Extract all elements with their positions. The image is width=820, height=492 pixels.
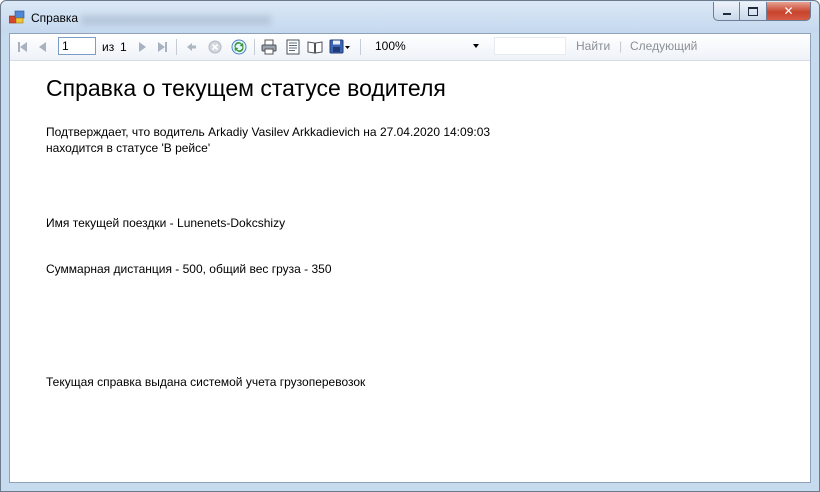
close-icon: ✕: [783, 4, 794, 18]
zoom-select[interactable]: 100%: [372, 38, 482, 55]
back-icon: [187, 43, 196, 51]
zoom-value: 100%: [375, 39, 406, 53]
report-distance-line: Суммарная дистанция - 500, общий вес гру…: [46, 262, 332, 276]
report-window: Справка ✕ из 1: [0, 0, 820, 492]
previous-page-button[interactable]: [34, 38, 50, 56]
window-title: Справка: [31, 11, 79, 25]
print-layout-icon: [286, 39, 300, 55]
back-button[interactable]: [182, 38, 200, 56]
minimize-icon: [722, 13, 731, 15]
refresh-button[interactable]: [230, 38, 248, 56]
first-page-icon: [17, 42, 27, 52]
print-layout-button[interactable]: [284, 38, 302, 56]
close-button[interactable]: ✕: [767, 2, 811, 21]
report-title: Справка о текущем статусе водителя: [46, 75, 446, 101]
title-ghost-shadow: [81, 15, 271, 25]
page-setup-button[interactable]: [306, 38, 324, 56]
first-page-button[interactable]: [14, 38, 30, 56]
toolbar-separator: [360, 39, 361, 55]
last-page-icon: [157, 42, 167, 52]
report-footer-line: Текущая справка выдана системой учета гр…: [46, 375, 366, 389]
toolbar-separator: [176, 39, 177, 55]
print-button[interactable]: [260, 38, 278, 56]
refresh-icon: [231, 39, 247, 55]
page-of-label: из: [102, 40, 115, 54]
find-next-link[interactable]: Следующий: [630, 39, 697, 53]
minimize-button[interactable]: [713, 2, 740, 21]
app-window-icon: [9, 10, 25, 24]
stop-icon: [208, 40, 222, 54]
report-viewer: из 1: [9, 33, 811, 483]
toolbar-separator: [254, 39, 255, 55]
next-page-icon: [138, 42, 146, 52]
page-setup-icon: [307, 41, 323, 54]
current-page-input[interactable]: [58, 37, 96, 55]
report-confirm-line-2: находится в статусе 'В рейсе': [46, 141, 211, 155]
search-text-input[interactable]: [494, 37, 566, 55]
maximize-icon: [748, 6, 758, 16]
find-link[interactable]: Найти: [576, 39, 610, 53]
stop-button[interactable]: [206, 38, 224, 56]
caption-buttons: ✕: [713, 2, 811, 22]
report-page: Справка о текущем статусе водителя Подтв…: [10, 61, 810, 482]
next-page-button[interactable]: [134, 38, 150, 56]
last-page-button[interactable]: [154, 38, 170, 56]
export-button[interactable]: [328, 38, 352, 56]
report-confirm-line-1: Подтверждает, что водитель Arkadiy Vasil…: [46, 125, 491, 139]
report-toolbar: из 1: [10, 34, 810, 61]
print-icon: [261, 39, 277, 55]
report-trip-line: Имя текущей поездки - Lunenets-Dokcshizy: [46, 216, 286, 230]
chevron-down-icon: [473, 44, 479, 48]
previous-page-icon: [38, 42, 46, 52]
title-bar[interactable]: Справка ✕: [1, 1, 819, 33]
maximize-button[interactable]: [740, 2, 767, 21]
page-total: 1: [120, 40, 127, 54]
export-icon: [329, 39, 350, 54]
find-separator: |: [619, 39, 623, 53]
